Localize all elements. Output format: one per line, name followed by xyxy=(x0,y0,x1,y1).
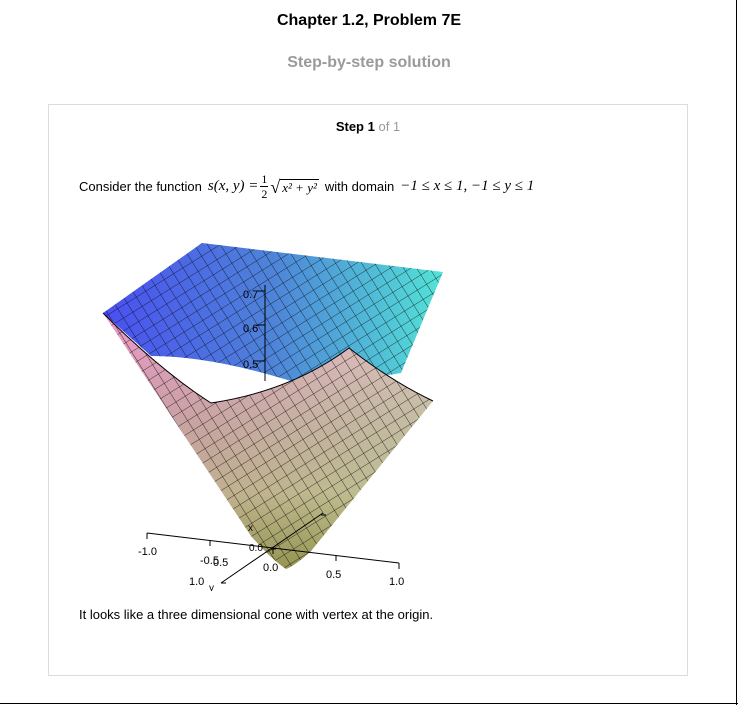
x-tick-1.0: 1.0 xyxy=(389,576,404,588)
y-tick-0.5: 0.5 xyxy=(213,557,228,569)
z-tick-0.7: 0.7 xyxy=(243,289,258,301)
square-root: √ x² + y² xyxy=(270,178,319,196)
y-tick-0.0: 0.0 xyxy=(249,543,263,554)
sqrt-sign-icon: √ xyxy=(270,176,281,197)
function-formula: s(x, y) = 1 2 √ x² + y² xyxy=(208,173,319,200)
function-statement: Consider the function s(x, y) = 1 2 √ x²… xyxy=(79,173,540,200)
solution-subtitle: Step-by-step solution xyxy=(287,54,451,71)
step-header: Step 1 of 1 xyxy=(49,119,687,134)
solution-card: Step 1 of 1 Consider the function s(x, y… xyxy=(48,104,688,676)
domain-label: with domain xyxy=(324,179,395,194)
coefficient-fraction: 1 2 xyxy=(260,172,269,201)
frame-right-edge xyxy=(736,0,737,705)
step-count: of 1 xyxy=(378,119,401,134)
intro-text: Consider the function xyxy=(79,179,202,194)
x-axis-label: x xyxy=(248,523,253,534)
radicand: x² + y² xyxy=(280,178,319,195)
y-tick-1.0: 1.0 xyxy=(189,576,204,588)
x-tick-0.0: 0.0 xyxy=(263,562,278,574)
z-tick-0.5: 0.5 xyxy=(243,359,258,371)
step-label: Step 1 xyxy=(335,119,375,134)
x-tick-0.5: 0.5 xyxy=(326,569,341,581)
frame-bottom-edge xyxy=(0,703,738,704)
conclusion-text: It looks like a three dimensional cone w… xyxy=(79,607,434,622)
coefficient-denominator: 2 xyxy=(261,187,268,201)
x-tick-neg-1.0: -1.0 xyxy=(138,546,157,558)
function-lhs: s(x, y) = xyxy=(207,178,259,194)
cone-surface-plot: 0.7 0.6 0.5 -1.0 -0.5 0.0 0.5 1.0 x 1.0 … xyxy=(102,243,443,591)
domain-expression: −1 ≤ x ≤ 1, −1 ≤ y ≤ 1 xyxy=(400,178,535,194)
coefficient-numerator: 1 xyxy=(261,172,268,186)
z-tick-0.6: 0.6 xyxy=(243,323,258,335)
y-axis-label: y xyxy=(209,583,214,591)
chapter-title: Chapter 1.2, Problem 7E xyxy=(276,12,462,29)
